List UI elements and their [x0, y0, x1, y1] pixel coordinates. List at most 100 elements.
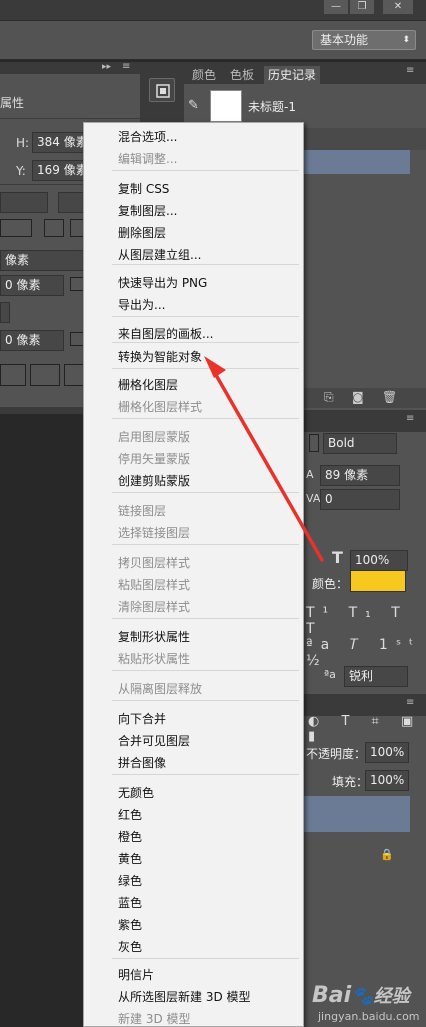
menu-item[interactable]: 从所选图层新建 3D 模型: [118, 986, 251, 1008]
menu-item[interactable]: 复制图层...: [118, 200, 177, 222]
opacity-field[interactable]: 100%: [365, 742, 409, 763]
width-field[interactable]: 像素: [0, 250, 84, 271]
menu-item[interactable]: 删除图层: [118, 222, 166, 244]
text-style-buttons[interactable]: T¹ T₁ T T: [306, 605, 426, 637]
menu-separator: [112, 700, 299, 701]
path-op-button[interactable]: [30, 364, 60, 386]
snapshot-thumbnail: [210, 90, 242, 122]
history-snapshot-row[interactable]: ✎ 未标题-1: [184, 86, 426, 126]
path-op-button[interactable]: [0, 364, 26, 386]
text-color-swatch[interactable]: [350, 570, 406, 592]
layer-context-menu: 混合选项... 编辑调整... 复制 CSS 复制图层... 删除图层 从图层建立组...…: [83, 122, 304, 1027]
collapse-icon[interactable]: ▸▸: [102, 62, 111, 72]
opacity-label: 不透明度：: [306, 747, 367, 761]
menu-item: 链接图层: [118, 504, 167, 518]
menu-item: 栅格化图层样式: [118, 400, 203, 414]
menu-item[interactable]: 蓝色: [118, 892, 142, 914]
menu-item[interactable]: 快速导出为 PNG: [118, 272, 207, 294]
menu-separator: [112, 368, 299, 369]
antialias-prefix: ªa: [324, 668, 336, 681]
tracking-field[interactable]: 0: [320, 489, 400, 510]
radius-field-bottom[interactable]: 0 像素: [0, 330, 64, 351]
select-arrow-icon: ⬍: [402, 35, 410, 45]
panel-menu-icon[interactable]: ≡: [406, 65, 414, 76]
font-size-icon: A: [306, 468, 314, 481]
menu-separator: [112, 342, 299, 343]
menu-item[interactable]: 创建剪贴蒙版: [118, 470, 190, 492]
color-label: 颜色：: [312, 577, 349, 591]
watermark-domain: jingyan.baidu.com: [318, 1010, 420, 1023]
radius-field-top[interactable]: 0 像素: [0, 275, 64, 296]
menu-item[interactable]: 拼合图像: [118, 752, 166, 774]
panel-tabbar: ▸▸ ≡: [0, 61, 140, 74]
panel-menu-icon[interactable]: ≡: [406, 413, 414, 424]
height-field[interactable]: 384 像素: [32, 132, 90, 153]
menu-item[interactable]: 红色: [118, 804, 142, 826]
font-style-select[interactable]: Bold: [323, 433, 397, 454]
tab-swatches[interactable]: 色板: [226, 66, 258, 84]
menu-item[interactable]: 橙色: [118, 826, 142, 848]
menu-separator: [112, 492, 299, 493]
menu-item[interactable]: 灰色: [118, 936, 142, 958]
menu-item[interactable]: 黄色: [118, 848, 142, 870]
menu-item[interactable]: 导出为...: [118, 294, 165, 316]
workspace-select[interactable]: 基本功能 ⬍: [312, 30, 416, 50]
menu-item[interactable]: 无颜色: [118, 782, 154, 804]
link-checkbox[interactable]: [70, 277, 84, 291]
camera-icon[interactable]: ◙: [352, 390, 364, 404]
opentype-buttons[interactable]: ªa 𝑇 1ˢᵗ ½: [306, 637, 426, 669]
font-size-field[interactable]: 89 像素: [320, 465, 400, 486]
restore-button[interactable]: ❐: [350, 0, 374, 14]
history-brush-icon: ✎: [188, 98, 199, 113]
font-family-select[interactable]: [309, 434, 319, 452]
trash-icon[interactable]: 🗑: [382, 390, 397, 404]
menu-item: 选择链接图层: [118, 526, 191, 540]
antialias-select[interactable]: 锐利: [344, 666, 408, 687]
tab-color[interactable]: 颜色: [188, 66, 220, 84]
menu-item[interactable]: 从图层建立组...: [118, 244, 201, 266]
new-document-icon[interactable]: ⎘: [324, 390, 334, 405]
fill-label: 填充：: [332, 775, 369, 789]
menu-item: 拷贝图层样式: [118, 556, 191, 570]
divider: [0, 118, 140, 119]
fill-field[interactable]: 100%: [365, 770, 409, 791]
menu-item[interactable]: 明信片: [118, 964, 154, 986]
vertical-scale-icon: T: [332, 548, 343, 567]
menu-separator: [112, 774, 299, 775]
properties-panel-icon[interactable]: [149, 78, 175, 102]
menu-item[interactable]: 紫色: [118, 914, 142, 936]
mini-field[interactable]: [0, 302, 10, 323]
menu-item: 停用矢量蒙版: [118, 452, 191, 466]
menu-item: 从隔离图层释放: [118, 682, 203, 696]
menu-separator: [112, 170, 299, 171]
stroke-select[interactable]: [0, 192, 48, 213]
lock-icon: 🔒: [380, 848, 394, 861]
menu-item[interactable]: 绿色: [118, 870, 142, 892]
y-field[interactable]: 169 像素: [32, 160, 90, 181]
panel-menu-icon[interactable]: ≡: [122, 61, 130, 72]
menu-separator: [112, 418, 299, 419]
menu-separator: [112, 316, 299, 317]
link-checkbox[interactable]: [70, 332, 84, 346]
menu-item[interactable]: 转换为智能对象: [118, 346, 202, 368]
snapshot-name: 未标题-1: [248, 100, 296, 114]
menu-separator: [112, 618, 299, 619]
menu-item[interactable]: 混合选项...: [118, 126, 177, 148]
menu-item[interactable]: 栅格化图层: [118, 374, 178, 396]
align-select[interactable]: [0, 219, 32, 237]
menu-item: 清除图层样式: [118, 600, 191, 614]
tab-history[interactable]: 历史记录: [264, 66, 321, 84]
menu-item[interactable]: 复制 CSS: [118, 178, 169, 200]
menu-item: 粘贴图层样式: [118, 578, 191, 592]
minimize-button[interactable]: —: [324, 0, 348, 14]
menu-item: 新建 3D 模型: [118, 1012, 191, 1026]
layer-filter-icons[interactable]: ◐ T ⌗ ▣ ▮: [308, 714, 426, 744]
menu-item[interactable]: 向下合并: [118, 708, 166, 730]
scale-field[interactable]: 100%: [350, 550, 408, 571]
watermark-brand: Bai🐾经验: [312, 983, 410, 1008]
menu-item[interactable]: 合并可见图层: [118, 730, 190, 752]
caps-select[interactable]: [44, 219, 64, 237]
panel-menu-icon[interactable]: ≡: [406, 697, 414, 708]
close-button[interactable]: ✕: [383, 0, 413, 14]
menu-item[interactable]: 复制形状属性: [118, 626, 190, 648]
